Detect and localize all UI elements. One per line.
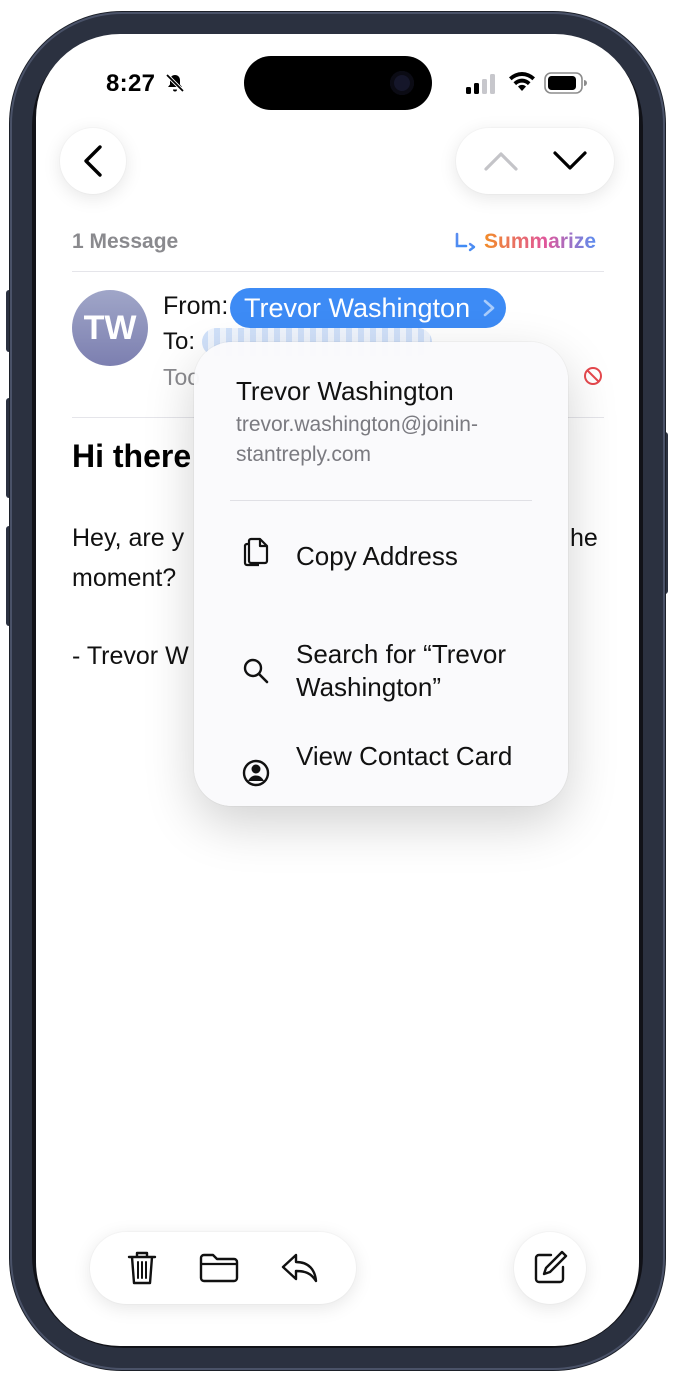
view-contact-card-label: View Contact Card: [296, 741, 513, 771]
copy-address-label: Copy Address: [296, 541, 458, 571]
message-body-line: Hey, are y: [72, 524, 185, 552]
back-button[interactable]: [60, 128, 126, 194]
message-body-line-end: he: [570, 524, 598, 552]
compose-icon: [534, 1250, 568, 1284]
avatar[interactable]: TW: [72, 290, 148, 366]
wifi-icon: [509, 72, 535, 91]
chevron-up-icon[interactable]: [483, 149, 519, 173]
cellular-signal-icon: [466, 74, 495, 94]
person-circle-icon: [242, 759, 270, 787]
summarize-button[interactable]: Summarize: [454, 230, 596, 254]
contact-name: Trevor Washington: [236, 376, 454, 406]
message-subject: Hi there: [72, 438, 192, 474]
message-signature: - Trevor W: [72, 642, 189, 670]
compose-button[interactable]: [514, 1232, 586, 1304]
reply-icon[interactable]: [279, 1250, 321, 1286]
to-label: To:: [163, 328, 196, 355]
camera-icon: [390, 71, 414, 95]
folder-icon[interactable]: [198, 1251, 240, 1285]
contact-email: trevor.washington@joinin-stantreply.com: [236, 413, 478, 466]
chevron-left-icon: [84, 145, 102, 177]
header-divider: [72, 271, 604, 272]
menu-divider: [230, 500, 532, 501]
summarize-label: Summarize: [484, 230, 597, 253]
message-count: 1 Message: [72, 230, 179, 253]
bell-slash-icon: [165, 73, 185, 93]
block-sender-icon[interactable]: [583, 366, 603, 386]
sender-name: Trevor Washington: [244, 292, 471, 323]
summarize-icon: [455, 232, 476, 252]
message-body-line: moment?: [72, 564, 177, 592]
view-contact-card-item[interactable]: View Contact Card: [194, 740, 568, 810]
search-sender-item[interactable]: Search for “Trevor Washington”: [194, 634, 568, 704]
trash-icon[interactable]: [125, 1248, 159, 1288]
mail-screen: 8:27 1 Message Summarize TW From: Trevor…: [36, 34, 639, 1346]
message-toolbar: [90, 1232, 356, 1304]
copy-address-item[interactable]: Copy Address: [194, 528, 568, 584]
battery-icon: [544, 72, 587, 94]
chevron-right-icon: [483, 299, 495, 317]
status-time: 8:27: [106, 70, 156, 97]
from-label: From:: [163, 292, 229, 320]
message-nav-group: [456, 128, 614, 194]
sender-context-menu: Trevor Washington trevor.washington@join…: [194, 342, 568, 806]
copy-doc-icon: [243, 537, 269, 567]
search-sender-label: Search for “Trevor Washington”: [296, 639, 506, 702]
chevron-down-icon[interactable]: [552, 149, 588, 173]
sender-chip[interactable]: Trevor Washington: [230, 288, 507, 328]
magnifier-icon: [243, 658, 269, 684]
